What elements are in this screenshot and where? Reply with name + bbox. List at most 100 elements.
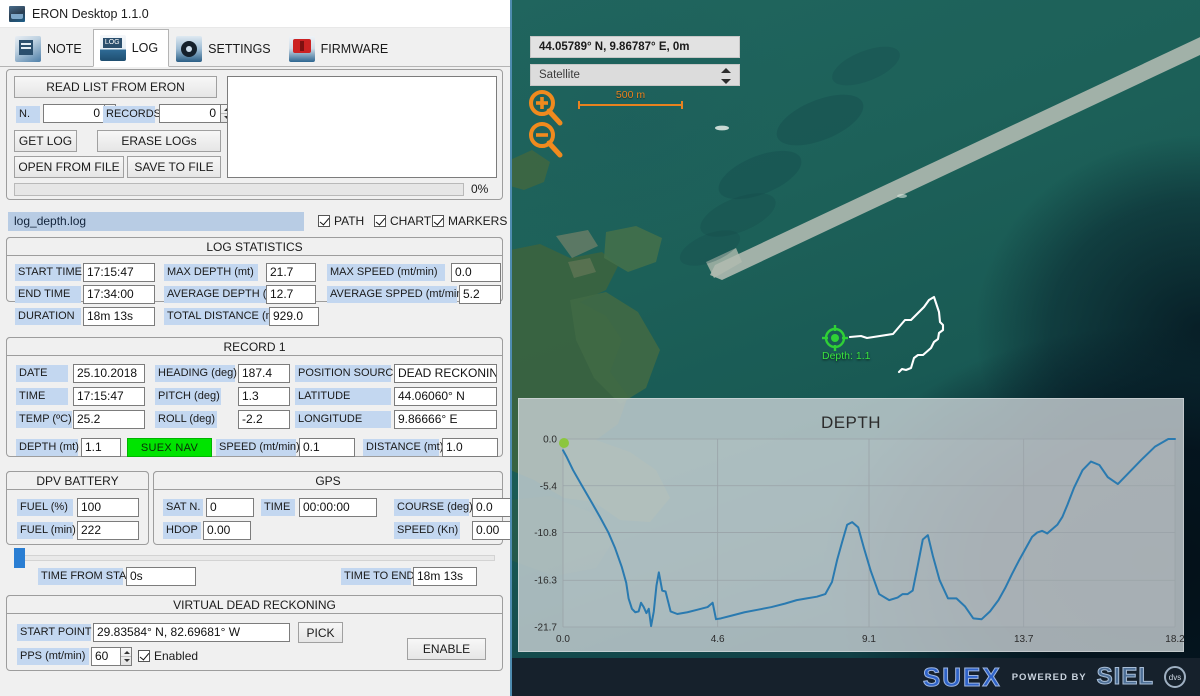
roll-value[interactable]: -2.2 bbox=[238, 410, 290, 429]
save-to-file-button[interactable]: SAVE TO FILE bbox=[127, 156, 221, 178]
chart-start-marker bbox=[559, 438, 569, 448]
app-icon bbox=[9, 5, 25, 22]
sat-value[interactable]: 0 bbox=[206, 498, 254, 517]
timeline-slider-track[interactable] bbox=[15, 555, 495, 561]
progress-percent-label: 0% bbox=[471, 182, 489, 196]
checkbox-markers[interactable]: MARKERS bbox=[432, 214, 507, 228]
tab-settings[interactable]: SETTINGS bbox=[169, 29, 282, 67]
gear-icon bbox=[176, 35, 203, 62]
checkbox-path-label: PATH bbox=[334, 214, 365, 228]
hdop-label: HDOP bbox=[163, 522, 201, 539]
pps-value[interactable]: 60 bbox=[91, 647, 121, 666]
open-from-file-button[interactable]: OPEN FROM FILE bbox=[14, 156, 124, 178]
pitch-value[interactable]: 1.3 bbox=[238, 387, 290, 406]
log-filename-field[interactable]: log_depth.log bbox=[8, 212, 304, 231]
note-icon bbox=[15, 35, 41, 62]
position-source-label: POSITION SOURCE bbox=[295, 365, 401, 382]
tab-note-label: NOTE bbox=[47, 41, 82, 56]
tab-firmware-label: FIRMWARE bbox=[320, 41, 389, 56]
position-source-value[interactable]: DEAD RECKONING bbox=[394, 364, 497, 383]
max-speed-value[interactable]: 0.0 bbox=[451, 263, 501, 282]
heading-value[interactable]: 187.4 bbox=[238, 364, 290, 383]
erase-logs-button[interactable]: ERASE LOGs bbox=[97, 130, 221, 152]
enabled-checkbox-box bbox=[138, 650, 150, 662]
tab-log-label: LOG bbox=[131, 41, 159, 55]
read-list-from-eron-button[interactable]: READ LIST FROM ERON bbox=[14, 76, 217, 98]
average-speed-label: AVERAGE SPPED (mt/min) bbox=[327, 286, 466, 303]
total-distance-value[interactable]: 929.0 bbox=[269, 307, 319, 326]
speed-value[interactable]: 0.1 bbox=[299, 438, 355, 457]
start-point-label: START POINT bbox=[17, 624, 92, 641]
records-input[interactable]: 0 bbox=[159, 104, 221, 123]
date-value[interactable]: 25.10.2018 bbox=[73, 364, 145, 383]
distance-label: DISTANCE (mt) bbox=[363, 439, 443, 456]
chart-ytick-label: -16.3 bbox=[534, 576, 557, 587]
fuel-pct-label: FUEL (%) bbox=[17, 499, 73, 516]
longitude-value[interactable]: 9.86666° E bbox=[394, 410, 497, 429]
temp-value[interactable]: 25.2 bbox=[73, 410, 145, 429]
vdr-enabled-checkbox[interactable]: Enabled bbox=[138, 649, 198, 663]
gps-time-value[interactable]: 00:00:00 bbox=[299, 498, 377, 517]
vdr-enabled-label: Enabled bbox=[154, 649, 199, 663]
map-view[interactable]: 44.05789° N, 9.86787° E, 0m Satellite 50… bbox=[510, 0, 1200, 696]
course-label: COURSE (deg) bbox=[394, 499, 473, 516]
hdop-value[interactable]: 0.00 bbox=[203, 521, 251, 540]
enable-button[interactable]: ENABLE bbox=[407, 638, 486, 660]
depth-value[interactable]: 1.1 bbox=[81, 438, 121, 457]
get-log-button[interactable]: GET LOG bbox=[14, 130, 77, 152]
duration-value[interactable]: 18m 13s bbox=[83, 307, 155, 326]
checkbox-path[interactable]: PATH bbox=[318, 214, 364, 228]
tab-settings-label: SETTINGS bbox=[208, 41, 271, 56]
gps-speed-label: SPEED (Kn) bbox=[394, 522, 460, 539]
pps-stepper[interactable] bbox=[121, 647, 132, 666]
end-time-value[interactable]: 17:34:00 bbox=[83, 285, 155, 304]
speed-label: SPEED (mt/min) bbox=[216, 439, 300, 456]
vdr-title: VIRTUAL DEAD RECKONING bbox=[6, 595, 503, 614]
chart-ytick-label: 0.0 bbox=[543, 435, 557, 446]
fuel-min-label: FUEL (min) bbox=[17, 522, 76, 539]
distance-value[interactable]: 1.0 bbox=[442, 438, 498, 457]
latitude-label: LATITUDE bbox=[295, 388, 391, 405]
tab-note[interactable]: NOTE bbox=[8, 29, 93, 67]
time-from-start-value[interactable]: 0s bbox=[126, 567, 196, 586]
log-list-box[interactable] bbox=[227, 76, 497, 178]
latitude-value[interactable]: 44.06060° N bbox=[394, 387, 497, 406]
chart-xtick-label: 18.2 bbox=[1165, 634, 1185, 645]
log-statistics-title: LOG STATISTICS bbox=[6, 237, 503, 256]
tab-firmware[interactable]: FIRMWARE bbox=[282, 29, 400, 67]
checkbox-markers-label: MARKERS bbox=[448, 214, 508, 228]
gps-title: GPS bbox=[153, 471, 503, 490]
pps-label: PPS (mt/min) bbox=[17, 648, 89, 665]
suex-logo: SUEX bbox=[922, 661, 1002, 692]
progress-bar bbox=[14, 183, 464, 196]
longitude-label: LONGITUDE bbox=[295, 411, 391, 428]
n-input[interactable]: 0 bbox=[43, 104, 105, 123]
start-point-value[interactable]: 29.83584° N, 82.69681° W bbox=[93, 623, 290, 642]
timeline-slider-thumb[interactable] bbox=[14, 548, 25, 568]
time-to-end-value[interactable]: 18m 13s bbox=[413, 567, 477, 586]
average-depth-label: AVERAGE DEPTH (mt) bbox=[164, 286, 282, 303]
date-label: DATE bbox=[16, 365, 68, 382]
sat-label: SAT N. bbox=[163, 499, 203, 516]
suex-nav-status-badge: SUEX NAV bbox=[127, 438, 212, 457]
checkbox-chart-label: CHART bbox=[390, 214, 432, 228]
average-speed-value[interactable]: 5.2 bbox=[459, 285, 501, 304]
average-depth-value[interactable]: 12.7 bbox=[266, 285, 316, 304]
chart-ytick-label: -5.4 bbox=[540, 481, 558, 492]
max-speed-label: MAX SPEED (mt/min) bbox=[327, 264, 445, 281]
depth-chart-svg: 0.0-5.4-10.8-16.3-21.70.0 4.6 9.1 13.7 18.2 bbox=[534, 435, 1185, 646]
pick-button[interactable]: PICK bbox=[298, 622, 343, 643]
records-label: RECORDS bbox=[103, 106, 161, 123]
markers-checkbox-box bbox=[432, 215, 444, 227]
start-time-value[interactable]: 17:15:47 bbox=[83, 263, 155, 282]
max-depth-value[interactable]: 21.7 bbox=[266, 263, 316, 282]
time-value[interactable]: 17:15:47 bbox=[73, 387, 145, 406]
brand-footer: SUEX POWERED BY SIEL dvs bbox=[510, 658, 1200, 696]
chart-ytick-label: -21.7 bbox=[534, 623, 557, 634]
fuel-pct-value[interactable]: 100 bbox=[77, 498, 139, 517]
fuel-min-value[interactable]: 222 bbox=[77, 521, 139, 540]
gps-group: GPS SAT N. 0 HDOP 0.00 TIME 00:00:00 COU… bbox=[153, 471, 522, 545]
tab-log[interactable]: LOG bbox=[92, 29, 170, 67]
checkbox-chart[interactable]: CHART bbox=[374, 214, 431, 228]
window-title: ERON Desktop 1.1.0 bbox=[32, 6, 149, 21]
